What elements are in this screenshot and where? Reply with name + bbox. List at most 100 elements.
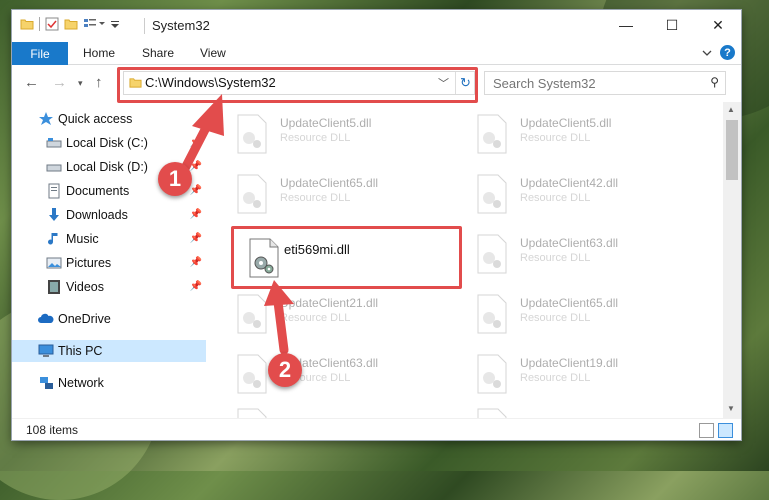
nav-item-this-pc[interactable]: This PC [12,340,206,362]
forward-arrow-icon[interactable]: → [52,74,67,91]
step-1-badge: 1 [158,162,192,196]
step-2-badge: 2 [268,353,302,387]
tab-home[interactable]: Home [83,46,115,60]
pin-icon[interactable]: 📌 [190,257,202,268]
minimize-button[interactable]: — [603,10,649,40]
file-description: Resource DLL [520,252,591,264]
help-button[interactable]: ? [720,45,735,60]
file-name: UpdateClient5.dll [520,116,612,130]
pin-icon[interactable]: 📌 [190,281,202,292]
file-item[interactable]: UpdateClient19.dll Resource DLL [472,348,702,406]
file-item[interactable]: UpdateClient5.dll Resource DLL [472,108,702,166]
file-description: Resource DLL [520,312,591,324]
up-arrow-icon[interactable]: ↑ [95,74,103,91]
file-name: UpdateClient5.dll [280,116,372,130]
dropdown-arrow-icon[interactable] [110,17,120,31]
dll-file-icon [477,408,507,418]
file-item[interactable]: UpdateClient42.dll Resource DLL [472,168,702,226]
details-view-icon[interactable] [699,423,714,438]
file-name: UpdateClient65.dll [280,176,379,190]
tab-view[interactable]: View [200,46,226,60]
download-icon [49,208,59,221]
dll-file-icon [237,408,267,418]
file-item[interactable]: UpdateClient63.dll Resource DLL [472,228,702,286]
search-input[interactable] [491,74,695,92]
vertical-scrollbar[interactable]: ▲ ▼ [723,102,741,418]
dll-file-icon [237,354,267,394]
file-description: Resource DLL [280,132,351,144]
nav-item-label: Pictures [66,256,112,270]
dll-file-icon [477,234,507,274]
tab-file[interactable]: File [12,42,68,65]
nav-item-label: Local Disk (C:) [66,136,148,150]
pictures-icon [46,257,62,269]
quick-access-toolbar [20,17,120,31]
cloud-icon [38,313,54,323]
drive-icon [46,138,62,148]
nav-item-label: Downloads [66,208,128,222]
dll-file-icon [477,114,507,154]
status-bar: 108 items [12,418,741,440]
title-separator [144,18,145,34]
new-folder-icon[interactable] [64,17,78,31]
file-item[interactable]: UpdateClient65.dll Resource DLL [472,288,702,346]
music-icon [48,233,58,245]
customize-toolbar-icon[interactable] [83,17,105,31]
nav-item-label: Quick access [58,112,133,126]
nav-item-onedrive[interactable]: OneDrive [12,308,206,330]
nav-item-label: Network [58,376,104,390]
folder-icon[interactable] [20,17,34,31]
search-icon: ⚲ [710,75,719,89]
dll-file-icon [477,294,507,334]
pin-icon[interactable]: 📌 [190,233,202,244]
dll-file-icon [477,174,507,214]
nav-item-label: This PC [58,344,103,358]
nav-item-label: OneDrive [58,312,111,326]
star-icon [39,112,53,125]
file-name: UpdateClient19.dll [520,356,619,370]
scroll-down-icon[interactable]: ▼ [727,404,735,413]
file-item[interactable]: UpdateClient5.dll Resource DLL [232,108,462,166]
maximize-button[interactable]: ☐ [649,10,695,40]
file-item[interactable]: UpdateClient65.dll Resource DLL [232,168,462,226]
file-item[interactable] [472,402,702,418]
pin-icon[interactable]: 📌 [190,209,202,220]
ribbon-tabs: File Home Share View ? [12,42,741,65]
recent-locations-icon[interactable]: ▾ [78,78,83,89]
item-count: 108 items [26,423,79,437]
nav-item-label: Videos [66,280,104,294]
back-arrow-icon[interactable]: ← [24,74,39,91]
nav-item-label: Documents [66,184,130,198]
toolbar-separator [39,17,40,31]
file-description: Resource DLL [520,192,591,204]
nav-item-videos[interactable]: Videos 📌 [12,276,206,298]
file-description: Resource DLL [520,132,591,144]
file-name: UpdateClient42.dll [520,176,619,190]
file-description: Resource DLL [280,192,351,204]
expand-ribbon-icon[interactable] [702,49,712,57]
file-item[interactable] [232,402,462,418]
large-icons-view-icon[interactable] [718,423,733,438]
nav-item-downloads[interactable]: Downloads 📌 [12,204,206,226]
nav-item-network[interactable]: Network [12,372,206,394]
title-bar: System32 — ☐ ✕ [12,10,741,42]
nav-item-label: Local Disk (D:) [66,160,148,174]
close-button[interactable]: ✕ [695,10,741,40]
dll-file-icon [237,174,267,214]
nav-item-music[interactable]: Music 📌 [12,228,206,250]
search-box[interactable]: ⚲ [484,71,726,95]
view-toggles [699,423,733,438]
file-name: UpdateClient65.dll [520,296,619,310]
pc-icon [38,344,54,357]
properties-icon[interactable] [45,17,59,31]
scrollbar-thumb[interactable] [726,120,738,180]
file-name: UpdateClient63.dll [520,236,619,250]
scroll-up-icon[interactable]: ▲ [727,105,735,114]
nav-item-pictures[interactable]: Pictures 📌 [12,252,206,274]
file-description: Resource DLL [520,372,591,384]
tab-share[interactable]: Share [142,46,174,60]
arrow-2 [264,280,294,355]
documents-icon [48,183,60,199]
network-icon [40,377,53,389]
nav-item-label: Music [66,232,99,246]
